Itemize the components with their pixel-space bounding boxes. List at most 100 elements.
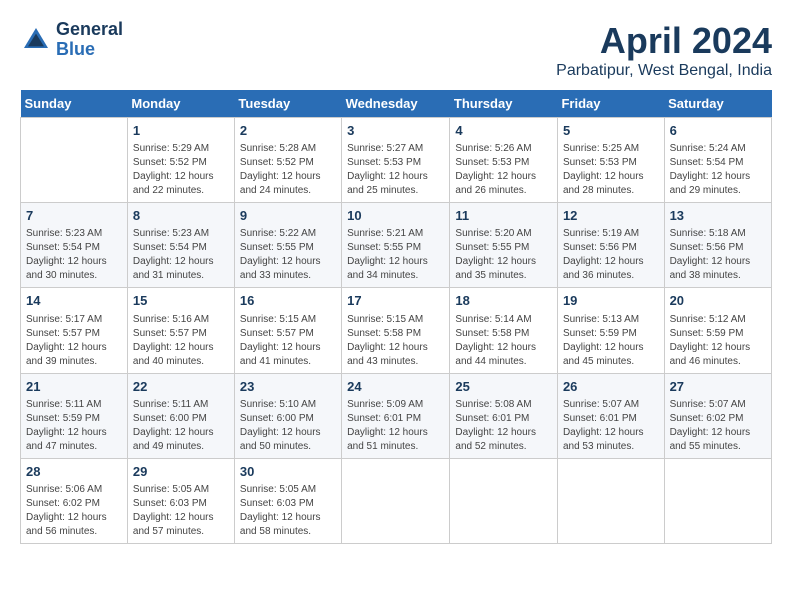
- day-info: Sunrise: 5:09 AM Sunset: 6:01 PM Dayligh…: [347, 398, 444, 454]
- calendar-week-5: 28 Sunrise: 5:06 AM Sunset: 6:02 PM Dayli…: [21, 458, 772, 543]
- day-number: 11: [455, 207, 552, 225]
- day-number: 16: [240, 292, 336, 310]
- day-info: Sunrise: 5:15 AM Sunset: 5:57 PM Dayligh…: [240, 313, 336, 369]
- day-number: 29: [133, 463, 229, 481]
- day-number: 9: [240, 207, 336, 225]
- day-info: Sunrise: 5:12 AM Sunset: 5:59 PM Dayligh…: [670, 313, 766, 369]
- day-number: 6: [670, 122, 766, 140]
- calendar-week-2: 7Sunrise: 5:23 AM Sunset: 5:54 PM Daylig…: [21, 203, 772, 288]
- day-number: 2: [240, 122, 336, 140]
- header-cell-sunday: Sunday: [21, 90, 128, 118]
- title-block: April 2024 Parbatipur, West Bengal, Indi…: [556, 20, 772, 80]
- calendar-cell: 20 Sunrise: 5:12 AM Sunset: 5:59 PM Dayli…: [664, 288, 771, 373]
- logo-text: General Blue: [56, 20, 123, 60]
- day-number: 28: [26, 463, 122, 481]
- logo-icon: [20, 24, 52, 56]
- header-cell-wednesday: Wednesday: [342, 90, 450, 118]
- calendar-cell: [21, 118, 128, 203]
- day-number: 4: [455, 122, 552, 140]
- day-info: Sunrise: 5:22 AM Sunset: 5:55 PM Dayligh…: [240, 227, 336, 283]
- day-info: Sunrise: 5:07 AM Sunset: 6:02 PM Dayligh…: [670, 398, 766, 454]
- day-number: 17: [347, 292, 444, 310]
- day-number: 30: [240, 463, 336, 481]
- calendar-week-3: 14 Sunrise: 5:17 AM Sunset: 5:57 PM Dayli…: [21, 288, 772, 373]
- day-info: Sunrise: 5:16 AM Sunset: 5:57 PM Dayligh…: [133, 313, 229, 369]
- calendar-cell: 12Sunrise: 5:19 AM Sunset: 5:56 PM Dayli…: [557, 203, 664, 288]
- calendar-week-1: 1 Sunrise: 5:29 AM Sunset: 5:52 PM Daylig…: [21, 118, 772, 203]
- calendar-cell: [664, 458, 771, 543]
- day-number: 25: [455, 378, 552, 396]
- calendar-cell: 4 Sunrise: 5:26 AM Sunset: 5:53 PM Daylig…: [450, 118, 558, 203]
- logo-line2: Blue: [56, 39, 95, 59]
- day-number: 1: [133, 122, 229, 140]
- day-info: Sunrise: 5:17 AM Sunset: 5:57 PM Dayligh…: [26, 313, 122, 369]
- day-info: Sunrise: 5:05 AM Sunset: 6:03 PM Dayligh…: [240, 483, 336, 539]
- day-number: 22: [133, 378, 229, 396]
- calendar-cell: 27 Sunrise: 5:07 AM Sunset: 6:02 PM Dayli…: [664, 373, 771, 458]
- day-info: Sunrise: 5:06 AM Sunset: 6:02 PM Dayligh…: [26, 483, 122, 539]
- calendar-table: SundayMondayTuesdayWednesdayThursdayFrid…: [20, 90, 772, 544]
- day-number: 21: [26, 378, 122, 396]
- calendar-cell: [450, 458, 558, 543]
- day-info: Sunrise: 5:18 AM Sunset: 5:56 PM Dayligh…: [670, 227, 766, 283]
- day-info: Sunrise: 5:29 AM Sunset: 5:52 PM Dayligh…: [133, 142, 229, 198]
- day-number: 20: [670, 292, 766, 310]
- day-info: Sunrise: 5:07 AM Sunset: 6:01 PM Dayligh…: [563, 398, 659, 454]
- calendar-cell: 19 Sunrise: 5:13 AM Sunset: 5:59 PM Dayli…: [557, 288, 664, 373]
- day-info: Sunrise: 5:05 AM Sunset: 6:03 PM Dayligh…: [133, 483, 229, 539]
- day-info: Sunrise: 5:08 AM Sunset: 6:01 PM Dayligh…: [455, 398, 552, 454]
- calendar-cell: 10 Sunrise: 5:21 AM Sunset: 5:55 PM Dayli…: [342, 203, 450, 288]
- calendar-cell: 26 Sunrise: 5:07 AM Sunset: 6:01 PM Dayli…: [557, 373, 664, 458]
- day-number: 13: [670, 207, 766, 225]
- subtitle: Parbatipur, West Bengal, India: [556, 62, 772, 80]
- logo-line1: General: [56, 19, 123, 39]
- day-number: 10: [347, 207, 444, 225]
- day-number: 14: [26, 292, 122, 310]
- day-info: Sunrise: 5:20 AM Sunset: 5:55 PM Dayligh…: [455, 227, 552, 283]
- header-cell-thursday: Thursday: [450, 90, 558, 118]
- calendar-body: 1 Sunrise: 5:29 AM Sunset: 5:52 PM Daylig…: [21, 118, 772, 544]
- day-info: Sunrise: 5:25 AM Sunset: 5:53 PM Dayligh…: [563, 142, 659, 198]
- day-info: Sunrise: 5:13 AM Sunset: 5:59 PM Dayligh…: [563, 313, 659, 369]
- day-number: 15: [133, 292, 229, 310]
- header-cell-tuesday: Tuesday: [234, 90, 341, 118]
- day-number: 19: [563, 292, 659, 310]
- day-number: 27: [670, 378, 766, 396]
- calendar-cell: [557, 458, 664, 543]
- calendar-cell: 17Sunrise: 5:15 AM Sunset: 5:58 PM Dayli…: [342, 288, 450, 373]
- page-header: General Blue April 2024 Parbatipur, West…: [20, 20, 772, 80]
- day-number: 26: [563, 378, 659, 396]
- day-number: 18: [455, 292, 552, 310]
- calendar-cell: 29 Sunrise: 5:05 AM Sunset: 6:03 PM Dayli…: [127, 458, 234, 543]
- day-number: 3: [347, 122, 444, 140]
- day-info: Sunrise: 5:24 AM Sunset: 5:54 PM Dayligh…: [670, 142, 766, 198]
- main-title: April 2024: [556, 20, 772, 62]
- calendar-cell: 16 Sunrise: 5:15 AM Sunset: 5:57 PM Dayli…: [234, 288, 341, 373]
- calendar-cell: 15 Sunrise: 5:16 AM Sunset: 5:57 PM Dayli…: [127, 288, 234, 373]
- header-cell-monday: Monday: [127, 90, 234, 118]
- header-cell-saturday: Saturday: [664, 90, 771, 118]
- header-row: SundayMondayTuesdayWednesdayThursdayFrid…: [21, 90, 772, 118]
- day-info: Sunrise: 5:26 AM Sunset: 5:53 PM Dayligh…: [455, 142, 552, 198]
- day-number: 23: [240, 378, 336, 396]
- day-info: Sunrise: 5:28 AM Sunset: 5:52 PM Dayligh…: [240, 142, 336, 198]
- calendar-cell: 1 Sunrise: 5:29 AM Sunset: 5:52 PM Daylig…: [127, 118, 234, 203]
- calendar-cell: 14 Sunrise: 5:17 AM Sunset: 5:57 PM Dayli…: [21, 288, 128, 373]
- calendar-week-4: 21 Sunrise: 5:11 AM Sunset: 5:59 PM Dayli…: [21, 373, 772, 458]
- calendar-cell: 7Sunrise: 5:23 AM Sunset: 5:54 PM Daylig…: [21, 203, 128, 288]
- day-number: 8: [133, 207, 229, 225]
- day-info: Sunrise: 5:14 AM Sunset: 5:58 PM Dayligh…: [455, 313, 552, 369]
- day-info: Sunrise: 5:27 AM Sunset: 5:53 PM Dayligh…: [347, 142, 444, 198]
- calendar-cell: 23 Sunrise: 5:10 AM Sunset: 6:00 PM Dayli…: [234, 373, 341, 458]
- calendar-cell: 6 Sunrise: 5:24 AM Sunset: 5:54 PM Daylig…: [664, 118, 771, 203]
- day-info: Sunrise: 5:19 AM Sunset: 5:56 PM Dayligh…: [563, 227, 659, 283]
- day-number: 7: [26, 207, 122, 225]
- calendar-cell: 28 Sunrise: 5:06 AM Sunset: 6:02 PM Dayli…: [21, 458, 128, 543]
- calendar-cell: 2 Sunrise: 5:28 AM Sunset: 5:52 PM Daylig…: [234, 118, 341, 203]
- day-info: Sunrise: 5:21 AM Sunset: 5:55 PM Dayligh…: [347, 227, 444, 283]
- calendar-cell: 25 Sunrise: 5:08 AM Sunset: 6:01 PM Dayli…: [450, 373, 558, 458]
- day-info: Sunrise: 5:10 AM Sunset: 6:00 PM Dayligh…: [240, 398, 336, 454]
- header-cell-friday: Friday: [557, 90, 664, 118]
- calendar-cell: 21 Sunrise: 5:11 AM Sunset: 5:59 PM Dayli…: [21, 373, 128, 458]
- day-info: Sunrise: 5:11 AM Sunset: 5:59 PM Dayligh…: [26, 398, 122, 454]
